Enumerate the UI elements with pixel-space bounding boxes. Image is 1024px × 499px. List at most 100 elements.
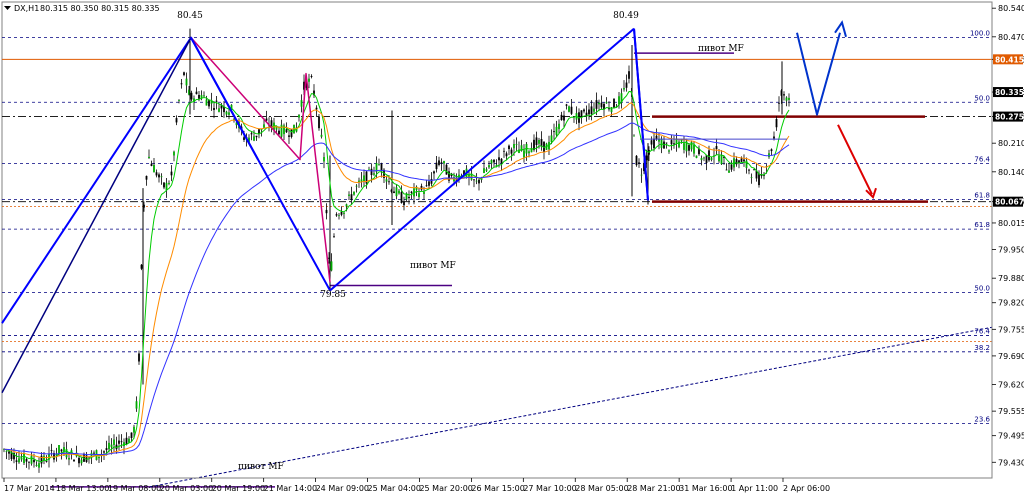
candle-body [133, 426, 135, 433]
candle-body [155, 172, 158, 176]
candle-body [203, 95, 205, 97]
candle-body [568, 106, 570, 112]
candle-body [278, 130, 280, 135]
fib-label: 50.0 [974, 285, 990, 293]
candle-body [610, 108, 613, 113]
candle-body [595, 100, 598, 109]
price-box: 80.275 [993, 111, 1024, 122]
candle-body [225, 111, 228, 115]
candle-body [80, 459, 83, 464]
x-tick-label: 27 Mar 10:00 [523, 484, 576, 493]
candle-body [740, 158, 743, 162]
candle-body [490, 159, 493, 164]
candle-body [368, 168, 370, 170]
candle-body [398, 190, 400, 194]
candle-body [205, 99, 208, 106]
candle-body [103, 451, 105, 453]
candle-body [288, 135, 290, 137]
candle-body [33, 459, 35, 463]
x-tick-label: 20 Mar 19:00 [212, 484, 265, 493]
candle-body [175, 118, 178, 123]
candle-body [585, 112, 588, 116]
fib-label: 61.8 [974, 192, 990, 200]
candle-body [108, 442, 110, 450]
candle-body [298, 114, 300, 118]
candle [635, 155, 638, 167]
candle-body [725, 169, 728, 171]
candle-body [218, 108, 220, 112]
symbol-header: DX,H1 80.315 80.350 80.315 80.335 [4, 4, 160, 13]
candle-body [440, 162, 443, 164]
candle-body [753, 169, 755, 171]
y-tick-label: 79.555 [998, 407, 1024, 416]
candle-body [145, 175, 148, 180]
candle-body [535, 137, 538, 145]
x-tick-label: 25 Mar 20:00 [419, 484, 472, 493]
x-tick-label: 26 Mar 15:00 [471, 484, 524, 493]
candle-body [500, 158, 503, 164]
candle [568, 105, 570, 113]
candle-body [503, 150, 505, 152]
candle-body [378, 164, 380, 166]
candle-body [445, 164, 448, 175]
candle-body [160, 176, 163, 178]
candle-body [113, 439, 115, 445]
x-tick-label: 18 Mar 13:00 [56, 484, 109, 493]
y-tick-label: 80.015 [998, 219, 1024, 228]
price-box-label: 80.275 [995, 113, 1024, 122]
candle-body [45, 461, 48, 462]
price-box-label: 80.335 [995, 88, 1024, 97]
candle-body [498, 157, 500, 161]
candle-body [730, 164, 733, 170]
candle-body [633, 135, 635, 137]
candle-body [493, 159, 495, 163]
candle-body [380, 163, 383, 171]
candle-body [290, 129, 293, 137]
candle-body [485, 169, 488, 171]
y-tick-label: 80.210 [998, 139, 1024, 148]
candle-body [98, 456, 100, 459]
candle-body [253, 136, 255, 141]
candle-body [170, 171, 173, 176]
candle-body [148, 156, 150, 159]
candle-body [523, 150, 525, 158]
candle-body [118, 440, 120, 444]
price-box-label: 80.067 [995, 198, 1024, 207]
candle-body [750, 177, 753, 178]
candle-body [580, 110, 583, 117]
candle-body [748, 169, 750, 171]
candle-body [125, 437, 128, 445]
candle-body [688, 145, 690, 151]
peak-label: 80.49 [613, 11, 639, 21]
candle-body [93, 452, 95, 454]
candle-body [348, 194, 350, 196]
candle-body [785, 97, 788, 101]
candle-body [270, 120, 273, 126]
candle-body [183, 72, 185, 76]
candle-body [598, 102, 600, 105]
candle-body [695, 155, 698, 158]
candle-body [673, 143, 675, 145]
candle-body [208, 99, 210, 107]
candle-body [15, 460, 18, 462]
candle-body [173, 151, 175, 156]
candle-body [408, 196, 410, 199]
candle-body [20, 457, 23, 460]
y-tick-label: 79.690 [998, 352, 1024, 361]
candle-body [325, 209, 328, 214]
x-tick-label: 28 Mar 05:00 [575, 484, 628, 493]
candle-body [178, 100, 180, 101]
candle-body [735, 159, 738, 165]
candle-body [778, 102, 780, 104]
y-tick-label: 79.620 [998, 381, 1024, 390]
candle-body [690, 141, 693, 150]
pivot-annotation: пивот MF [698, 44, 744, 54]
candle-body [35, 464, 38, 467]
candle-body [478, 179, 480, 184]
candle-body [425, 185, 428, 187]
candle-body [555, 126, 558, 135]
candle-body [645, 155, 648, 161]
x-tick-label: 25 Mar 04:00 [368, 484, 421, 493]
price-box: 80.415 [993, 54, 1024, 65]
candle-body [335, 214, 338, 216]
